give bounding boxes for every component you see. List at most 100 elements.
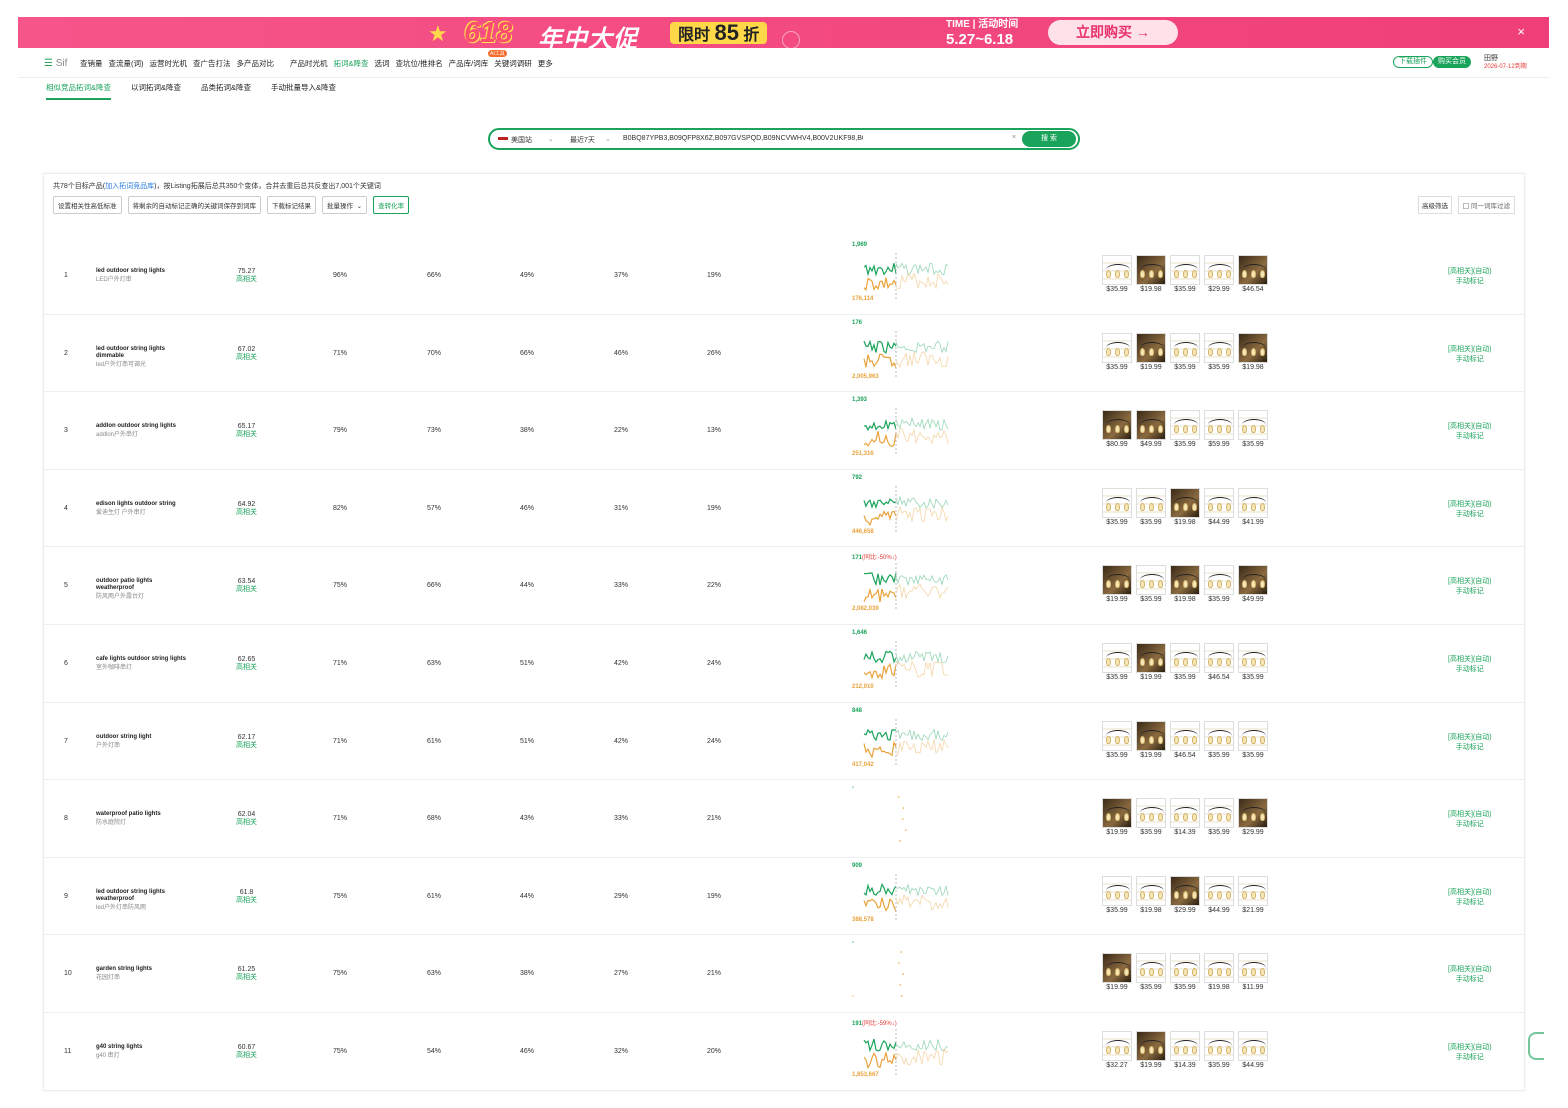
product-image[interactable] [1238,410,1268,441]
auto-mark[interactable]: [高相关](自动) [1448,267,1492,277]
product-image[interactable] [1170,875,1200,906]
clear-icon[interactable]: × [1012,134,1016,141]
product-thumb[interactable]: $80.99 [1102,410,1132,448]
range-select[interactable]: 最近7天 [570,135,595,145]
product-image[interactable] [1102,410,1132,441]
product-thumb[interactable]: $19.99 [1136,332,1166,371]
product-thumb[interactable]: $35.99 [1204,720,1234,759]
product-image[interactable] [1238,798,1268,829]
product-image[interactable] [1136,255,1166,285]
nav-item[interactable]: 产品时光机 [290,58,328,69]
product-image[interactable] [1102,487,1132,518]
product-image[interactable] [1204,565,1234,596]
set-relevance-button[interactable]: 设置相关性高低标准 [53,196,122,214]
product-thumb[interactable]: $29.99 [1204,255,1234,293]
product-thumb[interactable]: $29.99 [1238,798,1268,836]
user-menu[interactable]: 田野 2026-07-12到期 [1484,55,1527,71]
keyword-text[interactable]: outdoor string light [96,734,151,740]
product-thumb[interactable]: $19.98 [1170,565,1200,603]
auto-mark[interactable]: [高相关](自动) [1448,655,1492,665]
product-thumb[interactable]: $49.99 [1238,565,1268,603]
product-thumb[interactable]: $14.39 [1170,1030,1200,1069]
product-image[interactable] [1238,487,1268,518]
product-thumb[interactable]: $46.54 [1170,720,1200,759]
manual-mark-link[interactable]: 手动标记 [1448,1053,1492,1063]
feedback-icon[interactable] [1528,1032,1544,1060]
product-thumb[interactable]: $35.99 [1102,332,1132,371]
product-image[interactable] [1238,875,1268,906]
product-image[interactable] [1204,642,1234,673]
product-image[interactable] [1136,410,1166,441]
product-thumb[interactable]: $35.99 [1204,565,1234,603]
product-thumb[interactable]: $35.99 [1170,410,1200,448]
save-keywords-button[interactable]: 将剩余的自动标记正确的关键词保存到词库 [127,196,261,214]
product-image[interactable] [1204,255,1234,285]
product-thumb[interactable]: $35.99 [1102,255,1132,293]
keyword-cell[interactable]: addlon outdoor string lights addlon户外串灯 [96,423,186,439]
product-image[interactable] [1136,642,1166,673]
product-thumb[interactable]: $35.99 [1238,720,1268,759]
product-thumb[interactable]: $35.99 [1170,953,1200,991]
keyword-text[interactable]: led outdoor string lights dimmable [96,346,165,359]
promo-banner[interactable]: ★ 618 年中大促 限时 85 折 TIME | 活动时间 5.27~6.18 … [18,17,1549,48]
batch-ops-select[interactable]: 批量操作 ⌄ [322,196,368,214]
manual-mark-link[interactable]: 手动标记 [1448,355,1492,365]
manual-mark-link[interactable]: 手动标记 [1448,510,1492,520]
keyword-cell[interactable]: outdoor string light 户外灯串 [96,734,186,750]
product-image[interactable] [1204,953,1234,984]
manual-mark-link[interactable]: 手动标记 [1448,975,1492,985]
product-image[interactable] [1170,255,1200,285]
product-image[interactable] [1238,642,1268,673]
product-thumb[interactable]: $19.99 [1136,642,1166,681]
product-thumb[interactable]: $35.99 [1102,875,1132,914]
product-thumb[interactable]: $35.99 [1136,798,1166,836]
keyword-cell[interactable]: edison lights outdoor string 爱迪生灯 户外串灯 [96,501,186,517]
product-thumb[interactable]: $11.99 [1238,953,1268,991]
nav-item[interactable]: 查销量 [80,58,103,69]
logo[interactable]: ☰ Sif [44,58,67,69]
keyword-cell[interactable]: cafe lights outdoor string lights 室外咖啡串灯 [96,656,186,672]
product-image[interactable] [1170,332,1200,363]
search-button[interactable]: 搜 索 [1022,131,1076,147]
trend-chart[interactable] [814,239,954,311]
product-image[interactable] [1136,953,1166,984]
subtab[interactable]: 手动批量导入&降查 [271,82,336,100]
subtab[interactable]: 以词拓词&降查 [131,82,181,100]
product-thumb[interactable]: $35.99 [1204,798,1234,836]
product-image[interactable] [1170,1030,1200,1061]
product-image[interactable] [1204,487,1234,518]
nav-item[interactable]: 拓词&降查 [334,58,369,69]
product-thumb[interactable]: $44.99 [1204,487,1234,526]
product-image[interactable] [1102,1030,1132,1061]
product-image[interactable] [1170,565,1200,596]
add-to-library-link[interactable]: 加入拓词竞品库 [105,183,154,190]
manual-mark-link[interactable]: 手动标记 [1448,743,1492,753]
same-library-filter[interactable]: 同一词库过滤 [1458,196,1515,214]
buy-now-button[interactable]: 立即购买 → [1048,20,1178,45]
product-thumb[interactable]: $44.99 [1204,875,1234,914]
product-image[interactable] [1204,332,1234,363]
product-thumb[interactable]: $14.39 [1170,798,1200,836]
product-thumb[interactable]: $19.99 [1136,720,1166,759]
auto-mark[interactable]: [高相关](自动) [1448,500,1492,510]
nav-item[interactable]: 多产品对比 [237,58,275,69]
product-thumb[interactable]: $35.99 [1204,332,1234,371]
product-thumb[interactable]: $35.99 [1238,410,1268,448]
keyword-text[interactable]: cafe lights outdoor string lights [96,656,186,662]
product-thumb[interactable]: $19.98 [1170,487,1200,526]
manual-mark-link[interactable]: 手动标记 [1448,432,1492,442]
auto-mark[interactable]: [高相关](自动) [1448,1043,1492,1053]
site-select[interactable]: 美国站 [498,135,532,145]
close-icon[interactable]: × [1517,24,1525,39]
trend-chart[interactable] [814,627,954,699]
product-image[interactable] [1102,255,1132,285]
product-thumb[interactable]: $44.99 [1238,1030,1268,1069]
keyword-text[interactable]: addlon outdoor string lights [96,423,176,429]
manual-mark-link[interactable]: 手动标记 [1448,898,1492,908]
nav-item[interactable]: 选词 [375,58,390,69]
subtab[interactable]: 品类拓词&降查 [201,82,251,100]
keyword-text[interactable]: garden string lights [96,966,152,972]
manual-mark-link[interactable]: 手动标记 [1448,587,1492,597]
subtab[interactable]: 相似竞品拓词&降查 [46,82,112,100]
checkbox[interactable] [1463,203,1469,210]
